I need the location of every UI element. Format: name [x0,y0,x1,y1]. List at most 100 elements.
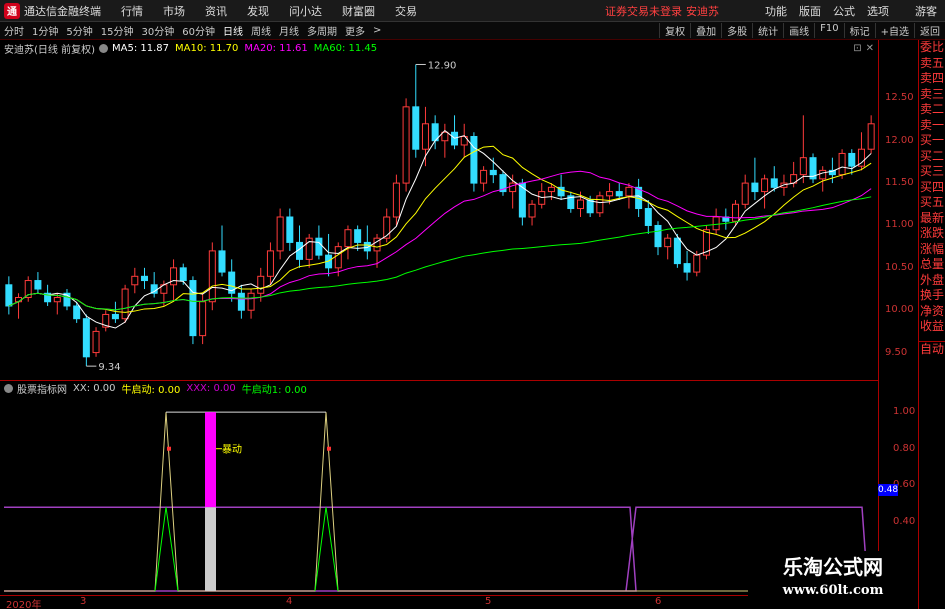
sidebar-field[interactable]: 净资 [919,304,945,320]
menu-item-shichang[interactable]: 市场 [163,3,185,19]
menu-item-faxian[interactable]: 发现 [247,3,269,19]
price-axis: 12.50 12.00 11.50 11.00 10.50 10.00 9.50 [878,40,918,380]
indicator-tick: 0.80 [893,442,916,454]
price-tick: 10.00 [885,304,914,316]
period-fenshi[interactable]: 分时 [4,23,24,38]
candle-body [276,216,284,252]
indicator-settings-icon[interactable] [4,383,13,393]
sidebar-field[interactable]: 收益 [919,319,945,335]
tool-diejia[interactable]: 叠加 [690,23,721,38]
candle-body [140,275,148,282]
sidebar-field[interactable]: 买五 [919,195,945,211]
candle-body [470,136,478,184]
sidebar-field[interactable]: 委比 [919,40,945,56]
indicator-value-tag: 0.48 [878,484,899,496]
tool-zixuan[interactable]: +自选 [874,23,914,38]
period-60min[interactable]: 60分钟 [182,23,215,38]
sidebar-field[interactable]: 卖三 [919,87,945,103]
candle-body [596,195,604,214]
menu-item-wenxiaoda[interactable]: 问小达 [289,3,322,19]
menu-item-banmian[interactable]: 版面 [799,3,821,19]
sidebar-field[interactable]: 卖四 [919,71,945,87]
close-icon[interactable]: ✕ [866,43,874,54]
menu-item-xuanxiang[interactable]: 选项 [867,3,889,19]
ma5-label: MA5: 11.87 [111,42,169,54]
candle-body [266,250,274,277]
menu-item-gongshi[interactable]: 公式 [833,3,855,19]
menu-item-gongneng[interactable]: 功能 [765,3,787,19]
tool-biaoji[interactable]: 标记 [843,23,875,38]
period-weekly[interactable]: 周线 [251,23,271,38]
ma5-line [8,129,872,329]
sidebar-field[interactable]: 买四 [919,180,945,196]
tool-tongji[interactable]: 统计 [752,23,783,38]
indicator-info-bar: 股票指标网 XX: 0.00 牛启动: 0.00 XXX: 0.00 牛启动1:… [0,380,878,396]
sidebar-field[interactable]: 涨跌 [919,226,945,242]
candle-body [770,178,778,188]
period-more[interactable]: 更多 [345,23,365,38]
menu-item-hangqing[interactable]: 行情 [121,3,143,19]
sidebar-field[interactable]: 涨幅 [919,242,945,258]
tool-fuquan[interactable]: 复权 [659,23,690,38]
candlestick-chart[interactable]: 12.90 9.34 [0,56,878,378]
candle-body [131,275,139,286]
sidebar-field[interactable]: 卖二 [919,102,945,118]
period-daily[interactable]: 日线 [223,23,243,38]
sidebar-field[interactable]: 买二 [919,149,945,165]
period-5min[interactable]: 5分钟 [66,23,92,38]
sidebar-field[interactable]: 卖一 [919,118,945,134]
burst-bar-grey [205,507,216,591]
price-tick: 11.00 [885,219,914,231]
tool-huaxian[interactable]: 画线 [783,23,814,38]
sidebar-field[interactable]: 卖五 [919,56,945,72]
ma20-label: MA20: 11.61 [244,42,308,54]
period-15min[interactable]: 15分钟 [101,23,134,38]
period-30min[interactable]: 30分钟 [141,23,174,38]
candle-body [741,182,749,205]
candle-body [34,280,42,290]
price-tick: 10.50 [885,261,914,273]
date-5: 5 [485,596,492,607]
niu1-spike-2 [314,507,339,592]
guest-user[interactable]: 游客 [915,3,937,19]
sidebar-field[interactable]: 总量 [919,257,945,273]
period-monthly[interactable]: 月线 [279,23,299,38]
auto-button[interactable]: 自动 [919,340,945,357]
indicator-chart[interactable]: 暴动 [0,395,878,595]
candle-body [315,237,323,256]
expand-icon[interactable]: ⊡ [853,43,861,54]
period-1min[interactable]: 1分钟 [32,23,58,38]
period-multi[interactable]: 多周期 [307,23,337,38]
burst-label: 暴动 [222,444,242,456]
candle-body [576,199,584,210]
candle-body [712,216,720,231]
ma10-label: MA10: 11.70 [175,42,239,54]
tool-fanhui[interactable]: 返回 [914,23,945,38]
candle-body [654,224,662,248]
candle-body [441,131,449,142]
sidebar-field[interactable]: 换手 [919,288,945,304]
tool-duogu[interactable]: 多股 [721,23,752,38]
candle-body [799,157,807,176]
candle-body [518,182,526,218]
candle-body [480,169,488,184]
indicator-name: 股票指标网 [17,384,67,396]
more-arrow-icon[interactable]: > [373,25,381,36]
menu-item-zixun[interactable]: 资讯 [205,3,227,19]
tool-f10[interactable]: F10 [814,23,843,38]
candle-body [819,169,827,180]
sidebar-field[interactable]: 最新 [919,211,945,227]
login-warning[interactable]: 证券交易未登录 [605,3,682,19]
sidebar-field[interactable]: 外盘 [919,273,945,289]
menu-item-caifuquan[interactable]: 财富圈 [342,3,375,19]
menu-bar: 通 通达信金融终端 行情 市场 资讯 发现 问小达 财富圈 交易 证券交易未登录… [0,0,945,22]
sidebar-field[interactable]: 买一 [919,133,945,149]
watermark: 乐淘公式网 www.60lt.com [748,551,918,609]
date-6: 6 [655,596,662,607]
menu-item-jiaoyi[interactable]: 交易 [395,3,417,19]
candle-body [179,267,187,282]
settings-dot-icon[interactable] [98,43,108,53]
ma60-label: MA60: 11.45 [313,42,378,54]
candle-body [615,191,623,197]
sidebar-field[interactable]: 买三 [919,164,945,180]
